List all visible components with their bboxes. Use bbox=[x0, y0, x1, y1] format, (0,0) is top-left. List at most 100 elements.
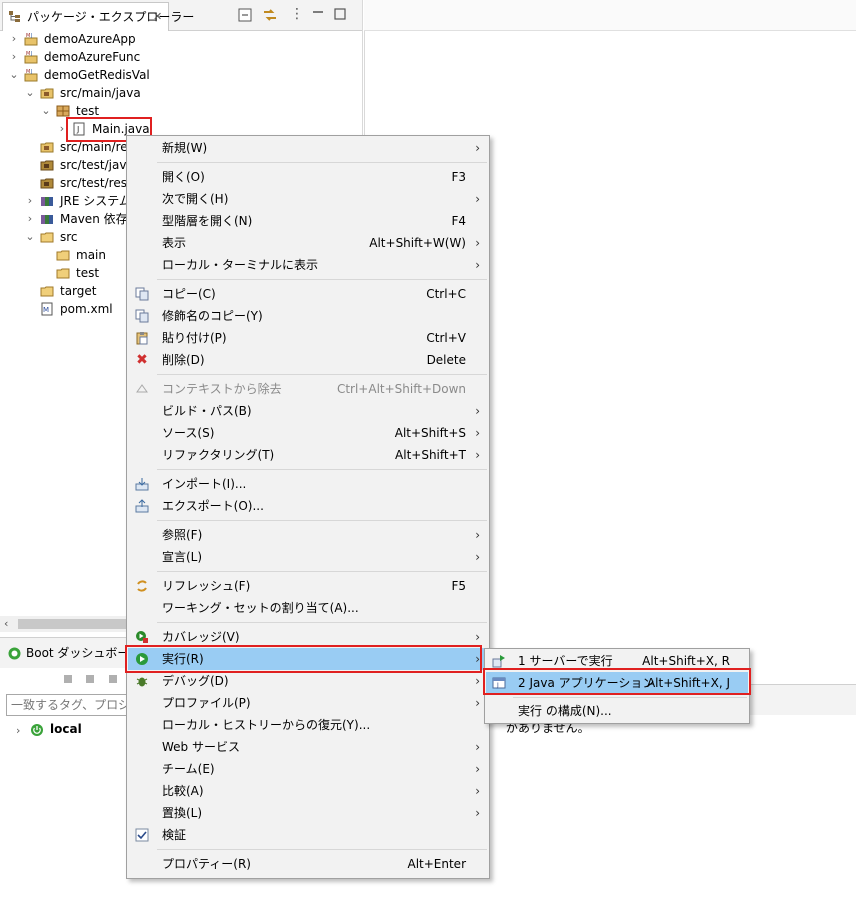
filter-input[interactable]: 一致するタグ、プロジェクト bbox=[6, 694, 128, 716]
svg-text:M: M bbox=[43, 306, 49, 314]
chevron-right-icon[interactable]: › bbox=[24, 192, 36, 210]
menu-item-restore-local-history[interactable]: ローカル・ヒストリーからの復元(Y)... bbox=[128, 714, 488, 736]
coverage-icon bbox=[136, 631, 148, 643]
scrollbar-thumb[interactable] bbox=[18, 619, 126, 629]
menu-item-copy-qualified-name[interactable]: 修飾名のコピー(Y) bbox=[128, 305, 488, 327]
menu-item-run[interactable]: 実行(R) › bbox=[128, 648, 488, 670]
tree-item-folder[interactable]: main bbox=[0, 246, 126, 264]
tree-item-source-folder[interactable]: src/test/reso bbox=[0, 174, 126, 192]
separator bbox=[513, 697, 747, 698]
package-icon bbox=[56, 105, 70, 117]
tree-item-folder[interactable]: test bbox=[0, 264, 126, 282]
menu-item-import[interactable]: インポート(I)... bbox=[128, 473, 488, 495]
menu-item-show-in[interactable]: 表示 Alt+Shift+W(W) › bbox=[128, 232, 488, 254]
export-icon bbox=[135, 499, 149, 513]
tree-item-library[interactable]: › Maven 依存関 bbox=[0, 210, 126, 228]
menu-item-validate[interactable]: 検証 bbox=[128, 824, 488, 846]
menu-item-copy[interactable]: コピー(C) Ctrl+C bbox=[128, 283, 488, 305]
chevron-right-icon[interactable]: › bbox=[56, 120, 68, 138]
menu-item-profile[interactable]: プロファイル(P) › bbox=[128, 692, 488, 714]
explorer-tab-label: パッケージ・エクスプローラー bbox=[27, 10, 195, 24]
menu-item-open[interactable]: 開く(O) F3 bbox=[128, 166, 488, 188]
submenu-item-run-on-server[interactable]: 1 サーバーで実行 Alt+Shift+X, R bbox=[486, 650, 748, 672]
tree-item-project[interactable]: › MJ demoAzureApp bbox=[0, 30, 360, 48]
chevron-down-icon[interactable]: ⌄ bbox=[8, 66, 20, 84]
chevron-down-icon[interactable]: ⌄ bbox=[24, 84, 36, 102]
explorer-tab[interactable]: パッケージ・エクスプローラー ✕ bbox=[2, 2, 194, 31]
tree-item-project[interactable]: ⌄ MJ demoGetRedisVal bbox=[0, 66, 360, 84]
menu-item-refactor[interactable]: リファクタリング(T) Alt+Shift+T › bbox=[128, 444, 488, 466]
copy-qualified-name-icon bbox=[135, 309, 149, 323]
run-icon bbox=[136, 653, 148, 665]
chevron-down-icon[interactable]: ⌄ bbox=[24, 228, 36, 246]
tree-item-library[interactable]: › JRE システム・ラ bbox=[0, 192, 126, 210]
menu-item-replace-with[interactable]: 置換(L) › bbox=[128, 802, 488, 824]
chevron-right-icon[interactable]: › bbox=[16, 724, 20, 737]
minimize-icon[interactable] bbox=[312, 8, 324, 20]
menu-item-show-in-terminal[interactable]: ローカル・ターミナルに表示 › bbox=[128, 254, 488, 276]
menu-item-assign-working-sets[interactable]: ワーキング・セットの割り当て(A)... bbox=[128, 597, 488, 619]
menu-item-declarations[interactable]: 宣言(L) › bbox=[128, 546, 488, 568]
menu-item-build-path[interactable]: ビルド・パス(B) › bbox=[128, 400, 488, 422]
menu-item-source[interactable]: ソース(S) Alt+Shift+S › bbox=[128, 422, 488, 444]
submenu-item-run-configurations[interactable]: 実行 の構成(N)... bbox=[486, 700, 748, 722]
chevron-down-icon[interactable]: ⌄ bbox=[40, 102, 52, 120]
svg-text:M: M bbox=[26, 69, 30, 75]
separator bbox=[157, 162, 487, 163]
tree-item-folder[interactable]: ⌄ src bbox=[0, 228, 126, 246]
menu-item-coverage[interactable]: カバレッジ(V) › bbox=[128, 626, 488, 648]
tree-item-source-folder[interactable]: src/main/res bbox=[0, 138, 126, 156]
menu-item-open-type-hierarchy[interactable]: 型階層を開く(N) F4 bbox=[128, 210, 488, 232]
menu-item-refresh[interactable]: リフレッシュ(F) F5 bbox=[128, 575, 488, 597]
submenu-arrow-icon: › bbox=[475, 696, 480, 710]
menu-item-open-with[interactable]: 次で開く(H) › bbox=[128, 188, 488, 210]
java-application-icon: J bbox=[492, 677, 506, 689]
tree-item-project[interactable]: › MJ demoAzureFunc bbox=[0, 48, 360, 66]
menu-item-debug[interactable]: デバッグ(D) › bbox=[128, 670, 488, 692]
maven-pom-icon: M bbox=[41, 302, 53, 316]
tree-item-package[interactable]: ⌄ test bbox=[0, 102, 360, 120]
chevron-right-icon[interactable]: › bbox=[8, 30, 20, 48]
explorer-tab-bar: パッケージ・エクスプローラー ✕ ⋮ bbox=[0, 0, 362, 31]
menu-item-new[interactable]: 新規(W) › bbox=[128, 137, 488, 159]
editor-tab-bar bbox=[364, 0, 856, 31]
menu-item-properties[interactable]: プロパティー(R) Alt+Enter bbox=[128, 853, 488, 875]
menu-item-compare-with[interactable]: 比較(A) › bbox=[128, 780, 488, 802]
submenu-arrow-icon: › bbox=[475, 674, 480, 688]
svg-text:M: M bbox=[26, 33, 30, 39]
submenu-arrow-icon: › bbox=[475, 652, 480, 666]
boot-tab-label[interactable]: Boot ダッシュボード bbox=[26, 638, 141, 668]
stop-icon[interactable] bbox=[106, 672, 120, 686]
maximize-icon[interactable] bbox=[334, 8, 346, 20]
remove-context-icon bbox=[136, 384, 148, 393]
tree-label: demoAzureApp bbox=[44, 32, 136, 46]
tree-item-file[interactable]: M pom.xml bbox=[0, 300, 126, 318]
submenu-item-java-application[interactable]: J2 Java アプリケーション Alt+Shift+X, J bbox=[486, 672, 748, 694]
chevron-right-icon[interactable]: › bbox=[8, 48, 20, 66]
debug-start-icon[interactable] bbox=[84, 672, 98, 686]
link-with-editor-icon[interactable] bbox=[262, 7, 278, 23]
submenu-arrow-icon: › bbox=[475, 448, 480, 462]
menu-item-delete[interactable]: ✖ 削除(D) Delete bbox=[128, 349, 488, 371]
menu-item-team[interactable]: チーム(E) › bbox=[128, 758, 488, 780]
start-icon[interactable] bbox=[62, 672, 76, 686]
refresh-icon bbox=[137, 580, 147, 592]
menu-item-export[interactable]: エクスポート(O)... bbox=[128, 495, 488, 517]
menu-item-references[interactable]: 参照(F) › bbox=[128, 524, 488, 546]
scroll-left-icon[interactable]: ‹ bbox=[4, 616, 8, 632]
debug-icon bbox=[136, 677, 148, 687]
tree-item-folder[interactable]: target bbox=[0, 282, 126, 300]
delete-icon: ✖ bbox=[136, 352, 148, 368]
menu-item-web-services[interactable]: Web サービス › bbox=[128, 736, 488, 758]
boot-item-label[interactable]: local bbox=[50, 722, 82, 736]
collapse-all-icon[interactable] bbox=[238, 8, 252, 22]
chevron-right-icon[interactable]: › bbox=[24, 210, 36, 228]
separator bbox=[157, 469, 487, 470]
package-explorer-icon bbox=[9, 11, 20, 22]
tree-item-source-folder[interactable]: ⌄ src/main/java bbox=[0, 84, 360, 102]
tree-item-source-folder[interactable]: src/test/java bbox=[0, 156, 126, 174]
view-menu-icon[interactable]: ⋮ bbox=[290, 6, 304, 22]
tree-label: src/test/reso bbox=[60, 176, 126, 190]
close-icon[interactable]: ✕ bbox=[153, 10, 162, 23]
menu-item-paste[interactable]: 貼り付け(P) Ctrl+V bbox=[128, 327, 488, 349]
